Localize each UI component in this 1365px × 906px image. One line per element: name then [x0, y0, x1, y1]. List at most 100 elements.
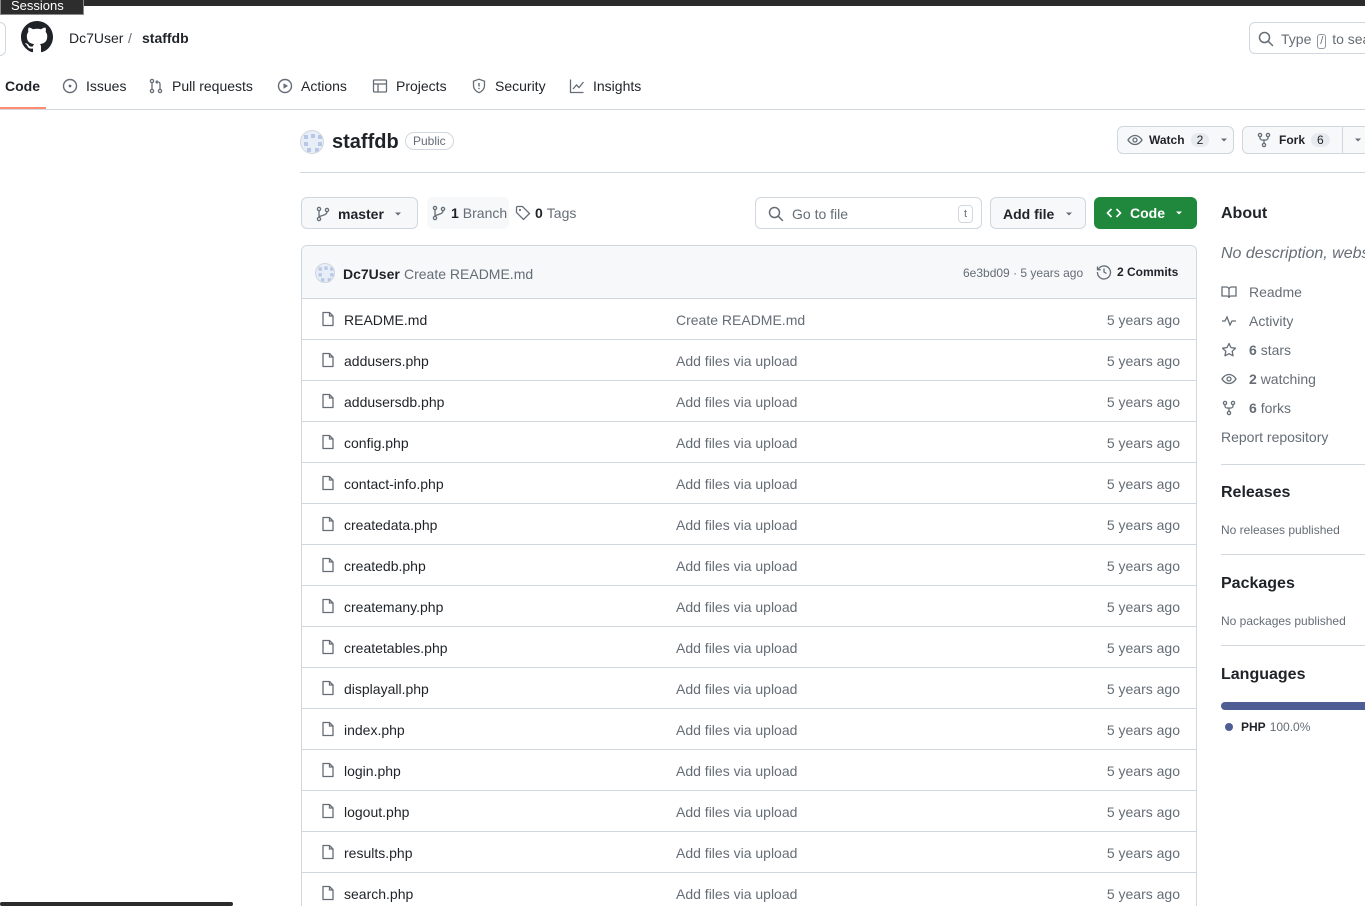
forks-count: 6: [1249, 400, 1257, 416]
forks-link[interactable]: 6 forks: [1221, 400, 1291, 416]
file-name[interactable]: results.php: [344, 845, 412, 861]
go-to-file-input[interactable]: Go to file t: [755, 197, 982, 229]
repo-title-bar: staffdb Public Watch 2 Fork 6: [300, 126, 1365, 173]
file-commit-message[interactable]: Create README.md: [676, 312, 805, 328]
tab-insights-label: Insights: [593, 78, 642, 94]
tab-code[interactable]: Code: [5, 78, 40, 110]
commit-author-avatar[interactable]: [315, 263, 335, 283]
file-row[interactable]: README.md Create README.md 5 years ago: [302, 299, 1196, 340]
file-row[interactable]: addusers.php Add files via upload 5 years …: [302, 340, 1196, 381]
play-icon: [277, 78, 293, 94]
file-commit-message[interactable]: Add files via upload: [676, 476, 797, 492]
file-row[interactable]: createdb.php Add files via upload 5 years …: [302, 545, 1196, 586]
file-commit-message[interactable]: Add files via upload: [676, 845, 797, 861]
packages-heading[interactable]: Packages: [1221, 575, 1295, 593]
tab-security[interactable]: Security: [471, 78, 546, 110]
file-name[interactable]: createtables.php: [344, 640, 448, 656]
file-commit-message[interactable]: Add files via upload: [676, 763, 797, 779]
commit-sha[interactable]: 6e3bd09: [963, 266, 1010, 280]
file-row[interactable]: createmany.php Add files via upload 5 year…: [302, 586, 1196, 627]
file-name[interactable]: displayall.php: [344, 681, 429, 697]
breadcrumb-owner[interactable]: Dc7User: [69, 30, 123, 46]
packages-empty-text: No packages published: [1221, 614, 1346, 628]
tab-insights[interactable]: Insights: [569, 78, 641, 110]
file-row[interactable]: addusersdb.php Add files via upload 5 year…: [302, 381, 1196, 422]
global-search-input[interactable]: Type / to sea: [1249, 22, 1365, 54]
file-commit-message[interactable]: Add files via upload: [676, 558, 797, 574]
file-name[interactable]: addusers.php: [344, 353, 429, 369]
file-commit-message[interactable]: Add files via upload: [676, 681, 797, 697]
file-name[interactable]: contact-info.php: [344, 476, 444, 492]
branch-selector[interactable]: master: [301, 197, 418, 229]
file-icon: [320, 721, 336, 737]
file-name[interactable]: createmany.php: [344, 599, 443, 615]
fork-button[interactable]: Fork 6: [1242, 126, 1365, 154]
commits-link[interactable]: 2 Commits: [1096, 264, 1178, 280]
fork-icon: [1256, 132, 1272, 148]
commit-message[interactable]: Create README.md: [404, 266, 533, 282]
file-name[interactable]: createdata.php: [344, 517, 437, 533]
file-commit-message[interactable]: Add files via upload: [676, 804, 797, 820]
file-name[interactable]: createdb.php: [344, 558, 426, 574]
code-button[interactable]: Code: [1094, 197, 1197, 229]
file-name[interactable]: search.php: [344, 886, 413, 902]
file-commit-message[interactable]: Add files via upload: [676, 599, 797, 615]
branches-link[interactable]: 1 Branch: [427, 197, 509, 229]
fork-count: 6: [1311, 133, 1330, 147]
tab-pull-requests[interactable]: Pull requests: [148, 78, 253, 110]
file-commit-message[interactable]: Add files via upload: [676, 886, 797, 902]
file-name[interactable]: config.php: [344, 435, 409, 451]
owner-avatar[interactable]: [300, 130, 324, 154]
file-age: 5 years ago: [1106, 312, 1180, 328]
file-icon: [320, 516, 336, 532]
watching-link[interactable]: 2 watching: [1221, 371, 1316, 387]
report-repository-link[interactable]: Report repository: [1221, 429, 1328, 445]
file-commit-message[interactable]: Add files via upload: [676, 517, 797, 533]
file-name[interactable]: addusersdb.php: [344, 394, 444, 410]
file-row[interactable]: search.php Add files via upload 5 years ag…: [302, 873, 1196, 906]
tab-code-label: Code: [5, 78, 40, 94]
readme-link[interactable]: Readme: [1221, 284, 1302, 300]
file-row[interactable]: login.php Add files via upload 5 years ago: [302, 750, 1196, 791]
tags-link[interactable]: 0 Tags: [515, 197, 579, 229]
add-file-button[interactable]: Add file: [990, 197, 1086, 229]
tab-actions[interactable]: Actions: [277, 78, 347, 110]
watch-button[interactable]: Watch 2: [1117, 126, 1234, 154]
forks-label: forks: [1260, 400, 1292, 416]
search-placeholder-suffix: to sea: [1332, 31, 1365, 47]
file-age: 5 years ago: [1106, 517, 1180, 533]
stars-link[interactable]: 6 stars: [1221, 342, 1291, 358]
tab-projects[interactable]: Projects: [372, 78, 447, 110]
file-name[interactable]: logout.php: [344, 804, 409, 820]
add-file-label: Add file: [1003, 206, 1055, 222]
file-commit-message[interactable]: Add files via upload: [676, 394, 797, 410]
file-name[interactable]: login.php: [344, 763, 401, 779]
caret-down-icon[interactable]: [1353, 135, 1363, 145]
file-name[interactable]: index.php: [344, 722, 405, 738]
file-row[interactable]: contact-info.php Add files via upload 5 ye…: [302, 463, 1196, 504]
file-row[interactable]: displayall.php Add files via upload 5 year…: [302, 668, 1196, 709]
releases-heading[interactable]: Releases: [1221, 484, 1290, 502]
file-row[interactable]: results.php Add files via upload 5 years a…: [302, 832, 1196, 873]
breadcrumb-repo[interactable]: staffdb: [142, 30, 189, 46]
file-row[interactable]: config.php Add files via upload 5 years ag…: [302, 422, 1196, 463]
file-row[interactable]: logout.php Add files via upload 5 years ag…: [302, 791, 1196, 832]
commit-author[interactable]: Dc7User: [343, 266, 400, 282]
file-name[interactable]: README.md: [344, 312, 427, 328]
file-commit-message[interactable]: Add files via upload: [676, 722, 797, 738]
file-row[interactable]: createdata.php Add files via upload 5 year…: [302, 504, 1196, 545]
activity-link[interactable]: Activity: [1221, 313, 1293, 329]
github-logo-icon[interactable]: [21, 21, 53, 53]
search-placeholder-prefix: Type: [1281, 31, 1312, 47]
file-row[interactable]: createtables.php Add files via upload 5 ye…: [302, 627, 1196, 668]
file-row[interactable]: index.php Add files via upload 5 years ago: [302, 709, 1196, 750]
caret-down-icon[interactable]: [1219, 135, 1229, 145]
file-commit-message[interactable]: Add files via upload: [676, 353, 797, 369]
tab-issues[interactable]: Issues: [62, 78, 126, 110]
file-commit-message[interactable]: Add files via upload: [676, 640, 797, 656]
language-php-item[interactable]: PHP 100.0%: [1225, 720, 1310, 734]
file-icon: [320, 311, 336, 327]
file-commit-message[interactable]: Add files via upload: [676, 435, 797, 451]
menu-button-edge[interactable]: [0, 22, 6, 56]
repo-name[interactable]: staffdb: [332, 131, 399, 154]
